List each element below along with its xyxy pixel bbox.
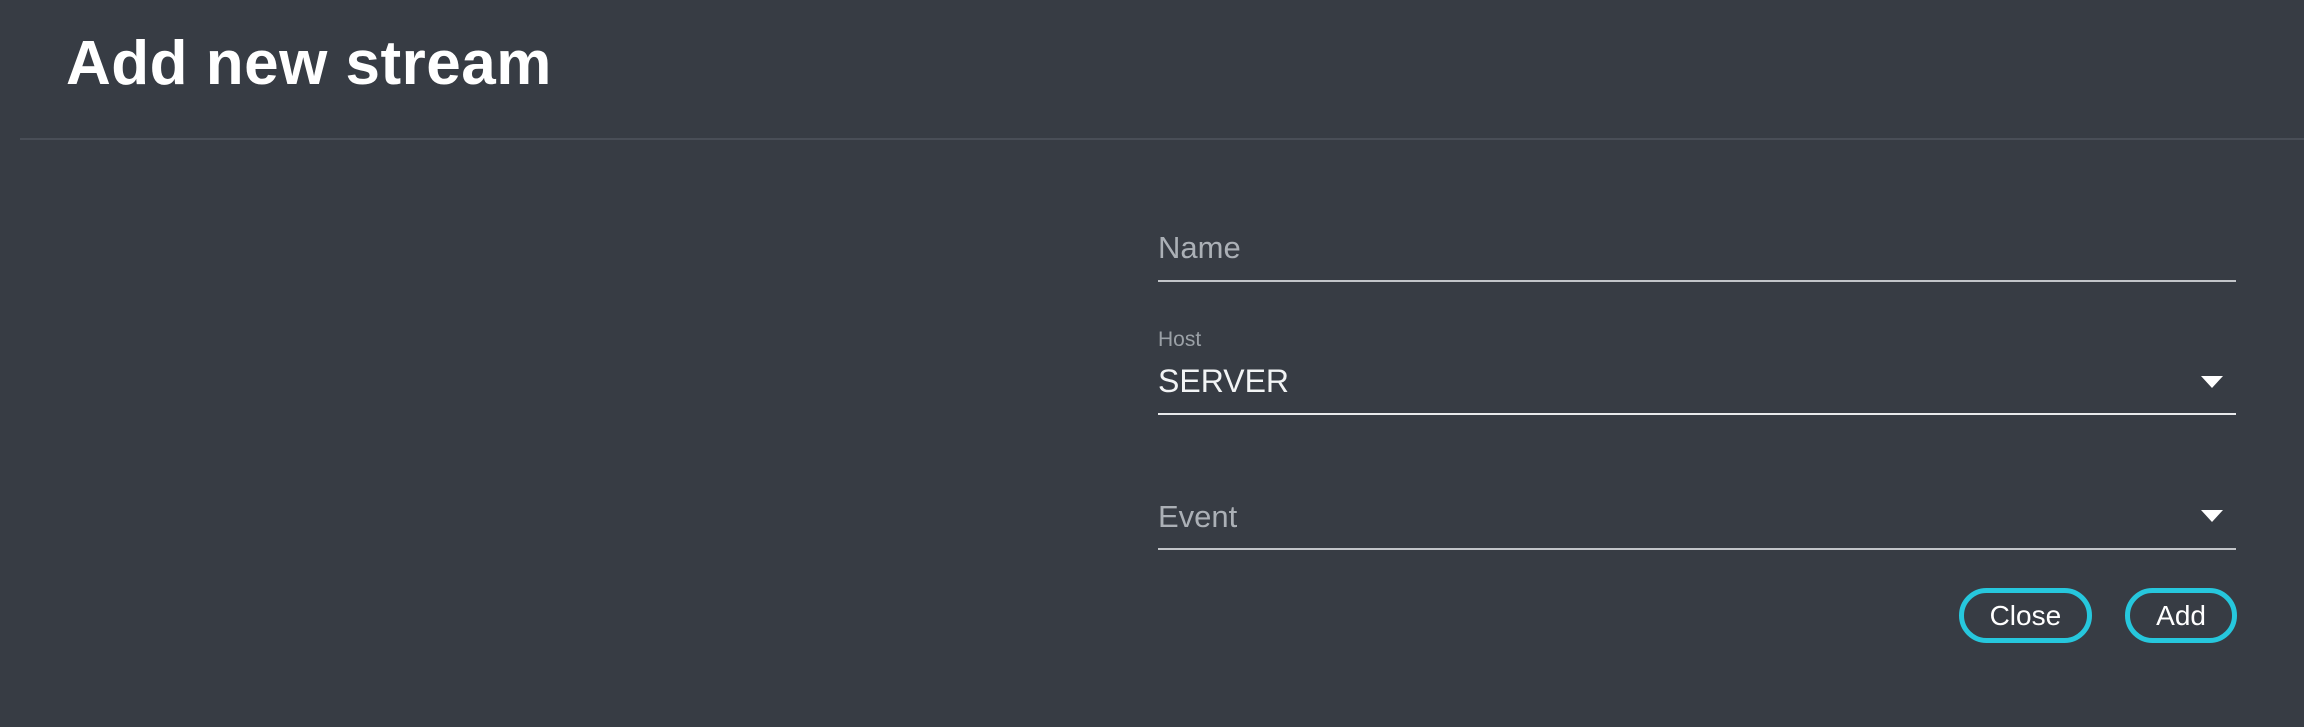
close-button[interactable]: Close <box>1959 588 2093 643</box>
dropdown-arrow-icon[interactable] <box>2201 376 2223 388</box>
event-select-placeholder: Event <box>1158 499 1237 535</box>
add-stream-dialog: Add new stream Name Host SERVER Event Cl… <box>0 0 2304 727</box>
name-field[interactable]: Name <box>1158 228 2236 282</box>
host-select-underline <box>1158 413 2236 415</box>
dialog-actions: Close Add <box>1959 588 2237 643</box>
add-button[interactable]: Add <box>2125 588 2237 643</box>
host-select-label: Host <box>1158 328 1201 352</box>
dropdown-arrow-icon[interactable] <box>2201 510 2223 522</box>
event-select[interactable]: Event <box>1158 497 2236 550</box>
name-field-placeholder: Name <box>1158 230 1241 266</box>
header-divider <box>20 138 2304 140</box>
name-field-underline <box>1158 280 2236 282</box>
host-selected-value: SERVER <box>1158 363 1289 400</box>
dialog-title: Add new stream <box>66 30 552 98</box>
event-select-underline <box>1158 548 2236 550</box>
host-select[interactable]: Host SERVER <box>1158 326 2236 415</box>
